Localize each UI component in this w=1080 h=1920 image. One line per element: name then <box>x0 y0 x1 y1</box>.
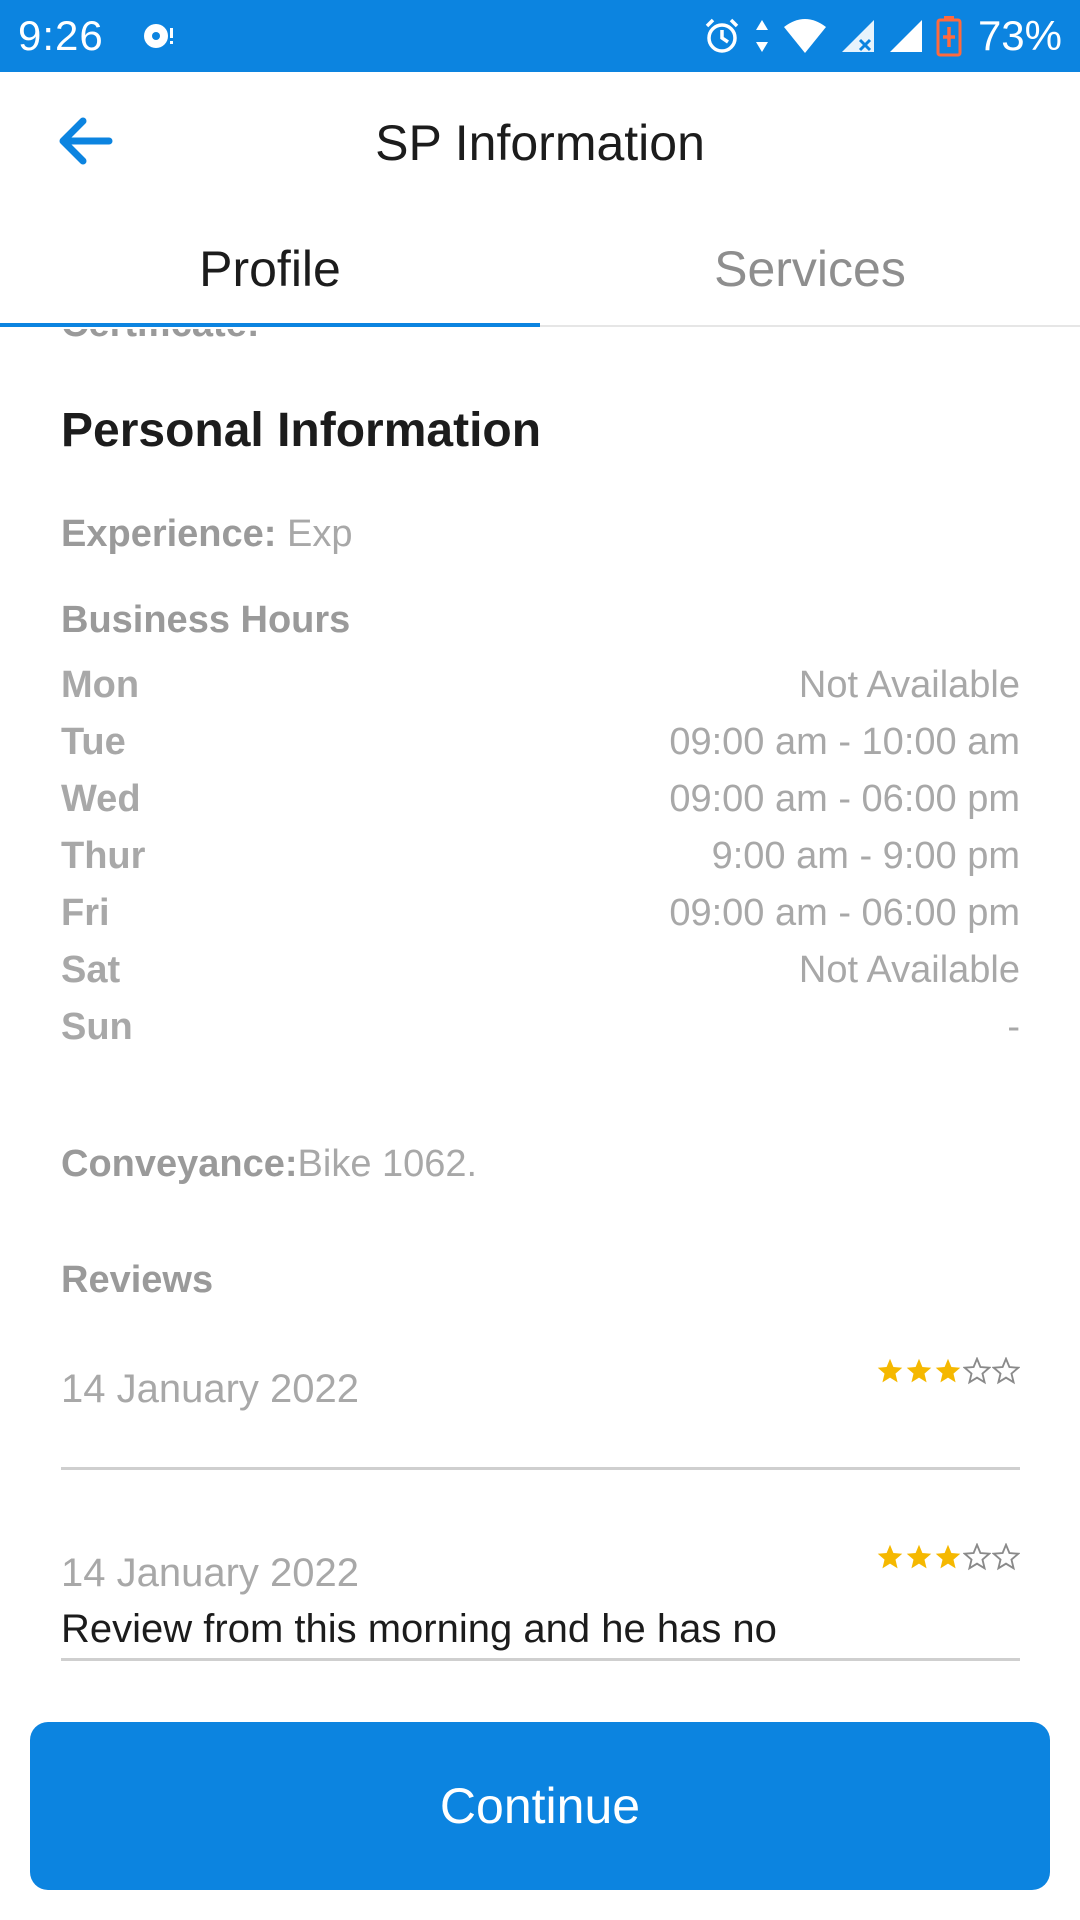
status-bar: 9:26 73% <box>0 0 1080 72</box>
experience-row: Experience: Exp <box>61 513 353 556</box>
star-filled-icon <box>906 1358 932 1383</box>
review-date: 14 January 2022 <box>61 1551 360 1595</box>
wifi-icon <box>782 17 828 55</box>
star-filled-icon <box>906 1544 932 1569</box>
hours-day: Mon <box>61 664 140 706</box>
star-filled-icon <box>935 1358 961 1383</box>
hours-day: Fri <box>61 892 110 934</box>
conveyance-label: Conveyance: <box>61 1143 298 1185</box>
signal-x-icon <box>840 18 876 54</box>
app-toolbar: SP Information <box>0 72 1080 212</box>
star-empty-icon <box>992 1543 1020 1571</box>
hours-day: Sun <box>61 1006 133 1048</box>
hours-time: 09:00 am - 06:00 pm <box>669 778 1020 820</box>
hours-time: 09:00 am - 10:00 am <box>669 721 1020 763</box>
data-arrows-icon <box>754 16 770 56</box>
conveyance-row: Conveyance:Bike 1062. <box>61 1143 477 1186</box>
review-item: 14 January 2022 Review from this morning… <box>61 1529 1020 1661</box>
profile-content[interactable]: Certificate: Personal Information Experi… <box>0 329 1080 1719</box>
hours-row-wed: Wed 09:00 am - 06:00 pm <box>61 771 1020 828</box>
star-filled-icon <box>877 1544 903 1569</box>
battery-percent: 73% <box>977 12 1062 59</box>
page-title: SP Information <box>375 115 705 171</box>
hours-day: Thur <box>61 835 146 877</box>
review-item: 14 January 2022 <box>61 1337 1020 1470</box>
star-empty-icon <box>992 1357 1020 1385</box>
experience-label: Experience: <box>61 513 277 555</box>
star-filled-icon <box>877 1358 903 1383</box>
hours-day: Tue <box>61 721 126 763</box>
tab-profile[interactable]: Profile <box>0 212 540 327</box>
review-date: 14 January 2022 <box>61 1367 360 1411</box>
tab-services[interactable]: Services <box>540 212 1080 325</box>
personal-information-title: Personal Information <box>61 404 542 457</box>
reviews-title: Reviews <box>61 1259 214 1301</box>
experience-value: Exp <box>287 513 353 555</box>
hours-row-thur: Thur 9:00 am - 9:00 pm <box>61 828 1020 885</box>
status-time: 9:26 <box>18 12 104 59</box>
star-rating <box>876 1357 1020 1385</box>
tab-bar: Profile Services <box>0 212 1080 327</box>
continue-button[interactable]: Continue <box>30 1722 1050 1890</box>
hours-row-tue: Tue 09:00 am - 10:00 am <box>61 714 1020 771</box>
battery-charging-icon <box>936 15 962 57</box>
signal-icon <box>888 18 924 54</box>
business-hours-title: Business Hours <box>61 599 351 641</box>
hours-time: - <box>1007 1006 1020 1048</box>
sync-icon <box>138 18 180 54</box>
hours-time: 09:00 am - 06:00 pm <box>669 892 1020 934</box>
hours-row-mon: Mon Not Available <box>61 657 1020 714</box>
star-empty-icon <box>963 1357 991 1385</box>
hours-row-fri: Fri 09:00 am - 06:00 pm <box>61 885 1020 942</box>
hours-time: 9:00 am - 9:00 pm <box>711 835 1020 877</box>
hours-time: Not Available <box>798 949 1020 991</box>
alarm-icon <box>702 16 742 56</box>
star-filled-icon <box>935 1544 961 1569</box>
hours-row-sat: Sat Not Available <box>61 942 1020 999</box>
certificate-label: Certificate: <box>61 329 260 346</box>
hours-time: Not Available <box>798 664 1020 706</box>
hours-row-sun: Sun - <box>61 999 1020 1056</box>
business-hours-list: Mon Not Available Tue 09:00 am - 10:00 a… <box>61 657 1020 1056</box>
star-rating <box>876 1543 1020 1571</box>
hours-day: Sat <box>61 949 121 991</box>
conveyance-value: Bike 1062. <box>297 1143 478 1185</box>
hours-day: Wed <box>61 778 141 820</box>
review-text: Review from this morning and he has no <box>61 1607 777 1651</box>
star-empty-icon <box>963 1543 991 1571</box>
